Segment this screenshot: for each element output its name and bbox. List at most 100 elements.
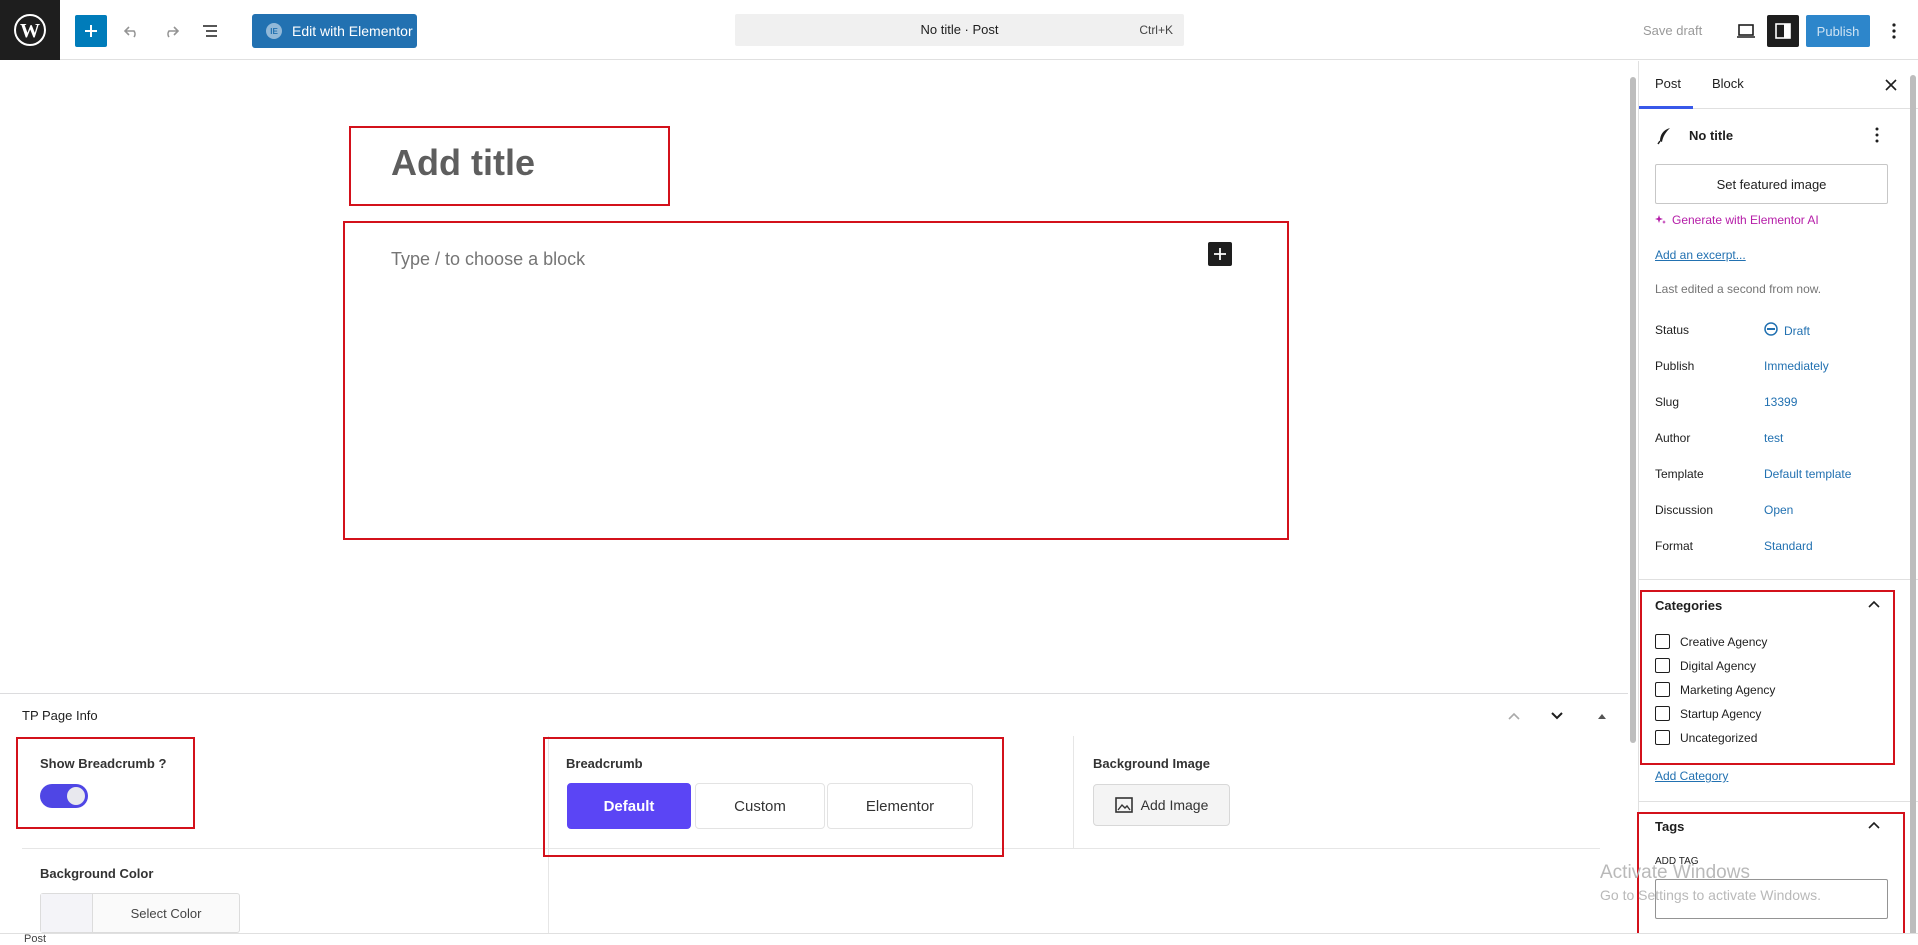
canvas-scroll-thumb[interactable] <box>1630 77 1636 743</box>
undo-button[interactable] <box>116 15 148 47</box>
category-label: Digital Agency <box>1680 658 1757 673</box>
inline-block-inserter[interactable] <box>1208 242 1232 266</box>
close-sidebar-button[interactable] <box>1879 73 1903 97</box>
canvas-scrollbar[interactable] <box>1628 61 1638 941</box>
sidebar-scroll-thumb[interactable] <box>1910 75 1916 941</box>
add-image-button[interactable]: Add Image <box>1093 784 1230 826</box>
redo-icon <box>167 26 180 38</box>
tags-collapse-button[interactable] <box>1866 817 1882 833</box>
sidebar-scrollbar[interactable] <box>1908 61 1918 941</box>
breadcrumb-default-option[interactable]: Default <box>567 783 691 829</box>
category-checkbox[interactable] <box>1655 682 1670 697</box>
add-excerpt-link[interactable]: Add an excerpt... <box>1655 248 1746 262</box>
category-checkbox[interactable] <box>1655 706 1670 721</box>
breadcrumb-label: Breadcrumb <box>566 756 643 771</box>
chevron-up-icon <box>1868 821 1880 829</box>
tab-block[interactable]: Block <box>1712 76 1744 91</box>
publish-button[interactable]: Publish <box>1806 15 1870 47</box>
panel-separator <box>1639 801 1918 802</box>
edit-with-elementor-button[interactable]: IE Edit with Elementor <box>252 14 417 48</box>
row-divider <box>22 848 1600 849</box>
document-overview-button[interactable] <box>195 15 227 47</box>
more-vertical-icon[interactable] <box>1875 127 1879 143</box>
plus-icon <box>1214 248 1226 260</box>
post-title-input[interactable]: Add title <box>391 142 535 184</box>
meta-label-publish: Publish <box>1655 359 1695 373</box>
meta-value-template[interactable]: Default template <box>1764 467 1851 481</box>
block-breadcrumb[interactable]: Post <box>24 934 46 945</box>
document-title: No title · Post <box>920 22 999 37</box>
add-category-link[interactable]: Add Category <box>1655 769 1728 783</box>
tp-page-info-metabox: TP Page Info Show Breadcrumb ? Breadcrum… <box>0 693 1628 934</box>
meta-value-author[interactable]: test <box>1764 431 1783 445</box>
editor-footer: Post <box>0 933 1918 945</box>
column-divider <box>548 736 549 934</box>
select-color-button[interactable]: Select Color <box>40 893 240 933</box>
preview-button[interactable] <box>1730 15 1762 47</box>
breadcrumb-elementor-option[interactable]: Elementor <box>827 783 973 829</box>
generate-with-elementor-ai-link[interactable]: Generate with Elementor AI <box>1655 213 1819 227</box>
category-label: Startup Agency <box>1680 706 1762 721</box>
meta-label-slug: Slug <box>1655 395 1680 409</box>
category-item[interactable]: Creative Agency <box>1655 634 1767 649</box>
meta-label-format: Format <box>1655 539 1694 553</box>
command-shortcut: Ctrl+K <box>1139 23 1173 37</box>
sparkle-icon <box>1655 215 1666 224</box>
draft-status-icon <box>1764 322 1778 336</box>
settings-sidebar-toggle[interactable] <box>1767 15 1799 47</box>
command-palette-bar[interactable]: No title · Post Ctrl+K <box>735 14 1184 46</box>
chevron-down-icon <box>1551 712 1563 720</box>
set-featured-image-button[interactable]: Set featured image <box>1655 164 1888 204</box>
active-tab-indicator <box>1639 106 1693 109</box>
meta-label-discussion: Discussion <box>1655 503 1714 517</box>
post-feather-icon <box>1657 128 1670 145</box>
meta-value-slug[interactable]: 13399 <box>1764 395 1797 409</box>
last-edited-text: Last edited a second from now. <box>1655 282 1822 296</box>
meta-value-format[interactable]: Standard <box>1764 539 1813 553</box>
add-image-label: Add Image <box>1140 797 1209 813</box>
chevron-up-icon <box>1508 712 1520 720</box>
meta-label-template: Template <box>1655 467 1704 481</box>
move-up-button[interactable] <box>1502 704 1526 728</box>
tab-post[interactable]: Post <box>1655 76 1681 91</box>
meta-value-status[interactable]: Draft <box>1784 324 1810 338</box>
category-label: Uncategorized <box>1680 730 1758 745</box>
redo-button[interactable] <box>155 15 187 47</box>
background-image-label: Background Image <box>1093 756 1211 771</box>
breadcrumb-custom-option[interactable]: Custom <box>695 783 825 829</box>
category-item[interactable]: Marketing Agency <box>1655 682 1775 697</box>
svg-text:W: W <box>20 20 40 42</box>
plus-icon <box>85 25 97 37</box>
meta-label-status: Status <box>1655 323 1690 337</box>
category-item[interactable]: Startup Agency <box>1655 706 1761 721</box>
column-divider <box>1073 736 1074 848</box>
categories-panel-title[interactable]: Categories <box>1655 598 1722 613</box>
sidebar-tabs: Post Block <box>1639 61 1918 109</box>
block-inserter-button[interactable] <box>75 15 107 47</box>
move-down-button[interactable] <box>1545 704 1569 728</box>
show-breadcrumb-label: Show Breadcrumb ? <box>40 756 167 771</box>
wordpress-logo-button[interactable]: W <box>0 0 60 60</box>
activate-windows-title: Activate Windows <box>1600 862 1750 883</box>
panel-separator <box>1639 579 1918 580</box>
category-checkbox[interactable] <box>1655 658 1670 673</box>
block-placeholder[interactable]: Type / to choose a block <box>391 249 585 270</box>
category-item[interactable]: Uncategorized <box>1655 730 1757 745</box>
toggle-panel-button[interactable] <box>1590 704 1614 728</box>
meta-value-publish[interactable]: Immediately <box>1764 359 1829 373</box>
settings-sidebar: Post Block No title Set featured image G… <box>1638 61 1918 933</box>
toggle-knob <box>67 787 85 805</box>
categories-collapse-button[interactable] <box>1866 596 1882 612</box>
options-menu-button[interactable] <box>1880 15 1908 47</box>
background-color-label: Background Color <box>40 866 154 881</box>
metabox-header: TP Page Info <box>0 694 1628 736</box>
save-draft-button[interactable]: Save draft <box>1643 23 1702 38</box>
tags-panel-title[interactable]: Tags <box>1655 819 1684 834</box>
sidebar-icon <box>1775 23 1791 39</box>
category-checkbox[interactable] <box>1655 730 1670 745</box>
show-breadcrumb-toggle[interactable] <box>40 784 88 808</box>
category-item[interactable]: Digital Agency <box>1655 658 1756 673</box>
undo-icon <box>123 26 136 38</box>
category-checkbox[interactable] <box>1655 634 1670 649</box>
meta-value-discussion[interactable]: Open <box>1764 503 1793 517</box>
